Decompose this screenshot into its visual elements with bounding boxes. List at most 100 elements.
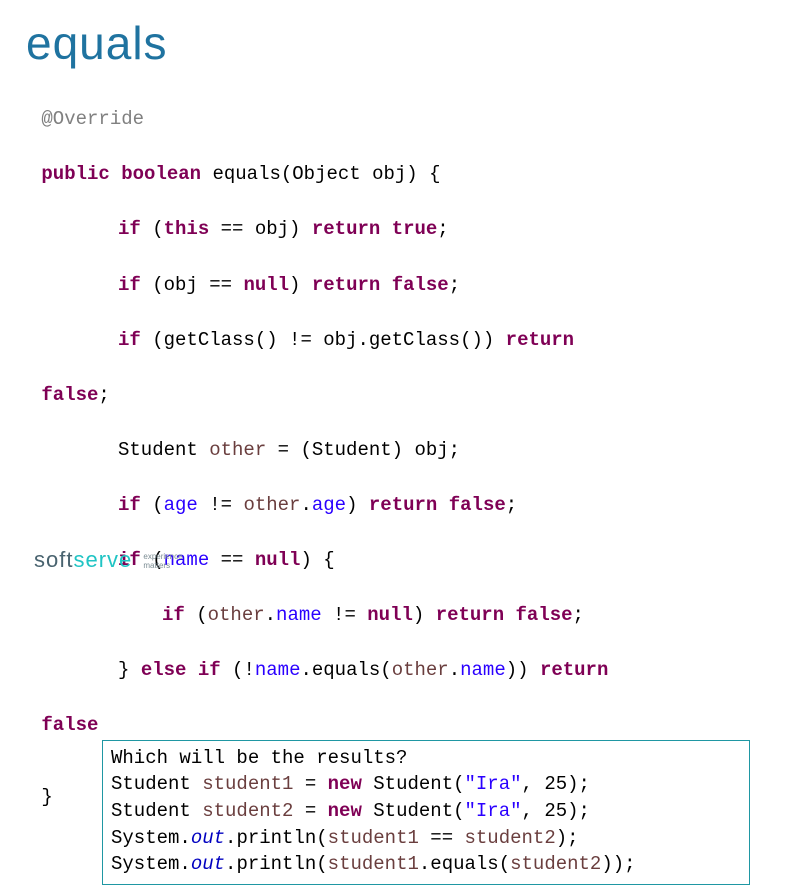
txt: == bbox=[419, 827, 465, 849]
kw-false: false bbox=[449, 494, 506, 516]
var-other: other bbox=[243, 494, 300, 516]
var-student2: student2 bbox=[465, 827, 556, 849]
space bbox=[186, 659, 197, 681]
txt: )); bbox=[601, 853, 635, 875]
kw-if: if bbox=[198, 659, 221, 681]
kw-new: new bbox=[328, 773, 362, 795]
txt: Student bbox=[111, 773, 202, 795]
var-student2: student2 bbox=[510, 853, 601, 875]
txt: != bbox=[198, 494, 244, 516]
static-out: out bbox=[191, 853, 225, 875]
kw-new: new bbox=[328, 800, 362, 822]
txt: Student( bbox=[362, 773, 465, 795]
txt: == bbox=[209, 549, 255, 571]
txt: ( bbox=[185, 604, 208, 626]
txt: )) bbox=[506, 659, 540, 681]
kw-if: if bbox=[118, 218, 141, 240]
txt: = (Student) obj; bbox=[266, 439, 460, 461]
kw-null: null bbox=[367, 604, 413, 626]
var-other: other bbox=[209, 439, 266, 461]
slide: equals @Override public boolean equals(O… bbox=[0, 0, 800, 600]
txt: == obj) bbox=[209, 218, 312, 240]
kw-if: if bbox=[162, 604, 185, 626]
txt: , 25); bbox=[522, 800, 590, 822]
kw-this: this bbox=[164, 218, 210, 240]
code-block: @Override public boolean equals(Object o… bbox=[30, 79, 780, 740]
kw-if: if bbox=[118, 329, 141, 351]
kw-if: if bbox=[118, 274, 141, 296]
var-student1: student1 bbox=[202, 773, 293, 795]
kw-null: null bbox=[255, 549, 301, 571]
kw-false: false bbox=[41, 384, 98, 406]
field-name: name bbox=[255, 659, 301, 681]
kw-null: null bbox=[243, 274, 289, 296]
txt: .equals( bbox=[300, 659, 391, 681]
txt: ( bbox=[141, 494, 164, 516]
txt: .println( bbox=[225, 827, 328, 849]
var-student2: student2 bbox=[202, 800, 293, 822]
var-other: other bbox=[392, 659, 449, 681]
brace: } bbox=[118, 659, 141, 681]
kw-public: public bbox=[41, 163, 109, 185]
paren: ( bbox=[152, 218, 163, 240]
kw-return: return bbox=[506, 329, 574, 351]
txt: ) { bbox=[300, 549, 334, 571]
kw-true: true bbox=[392, 218, 438, 240]
txt: System. bbox=[111, 827, 191, 849]
var-student1: student1 bbox=[328, 827, 419, 849]
type: Student bbox=[118, 439, 209, 461]
txt: Student( bbox=[362, 800, 465, 822]
field-age: age bbox=[312, 494, 346, 516]
logo-tag1: experience bbox=[143, 552, 182, 561]
kw-false: false bbox=[516, 604, 573, 626]
static-out: out bbox=[191, 827, 225, 849]
semicolon: ; bbox=[437, 218, 448, 240]
txt: (obj == bbox=[141, 274, 244, 296]
kw-return: return bbox=[436, 604, 504, 626]
annotation: @Override bbox=[41, 108, 144, 130]
method-sig: equals(Object obj) { bbox=[212, 163, 440, 185]
logo-tagline: experiencematters bbox=[143, 553, 182, 571]
txt: != bbox=[322, 604, 368, 626]
str-ira: "Ira" bbox=[465, 773, 522, 795]
txt: Student bbox=[111, 800, 202, 822]
txt: .println( bbox=[225, 853, 328, 875]
logo-tag2: matters bbox=[143, 561, 170, 570]
semicolon: ; bbox=[98, 384, 109, 406]
var-student1: student1 bbox=[328, 853, 419, 875]
var-other: other bbox=[208, 604, 265, 626]
txt: , 25); bbox=[522, 773, 590, 795]
dot: . bbox=[300, 494, 311, 516]
logo: softserve experiencematters bbox=[34, 544, 183, 576]
txt: ) bbox=[289, 274, 312, 296]
field-name: name bbox=[460, 659, 506, 681]
txt: (getClass() != obj.getClass()) bbox=[141, 329, 506, 351]
txt: System. bbox=[111, 853, 191, 875]
str-ira: "Ira" bbox=[465, 800, 522, 822]
dot: . bbox=[265, 604, 276, 626]
kw-return: return bbox=[369, 494, 437, 516]
semicolon: ; bbox=[573, 604, 584, 626]
txt: = bbox=[293, 773, 327, 795]
txt: (! bbox=[221, 659, 255, 681]
question-text: Which will be the results? bbox=[111, 747, 407, 769]
brace: } bbox=[41, 786, 52, 808]
kw-return: return bbox=[312, 218, 380, 240]
logo-soft: soft bbox=[34, 547, 73, 572]
txt: = bbox=[293, 800, 327, 822]
dot: . bbox=[449, 659, 460, 681]
kw-if: if bbox=[118, 494, 141, 516]
txt: .equals( bbox=[419, 853, 510, 875]
kw-return: return bbox=[540, 659, 608, 681]
txt: ) bbox=[346, 494, 369, 516]
kw-else: else bbox=[141, 659, 187, 681]
semicolon: ; bbox=[506, 494, 517, 516]
slide-title: equals bbox=[26, 10, 780, 77]
kw-boolean: boolean bbox=[121, 163, 201, 185]
kw-false: false bbox=[392, 274, 449, 296]
logo-serve: serve bbox=[73, 547, 132, 572]
txt: ) bbox=[413, 604, 436, 626]
field-name: name bbox=[276, 604, 322, 626]
kw-return: return bbox=[312, 274, 380, 296]
semicolon: ; bbox=[449, 274, 460, 296]
